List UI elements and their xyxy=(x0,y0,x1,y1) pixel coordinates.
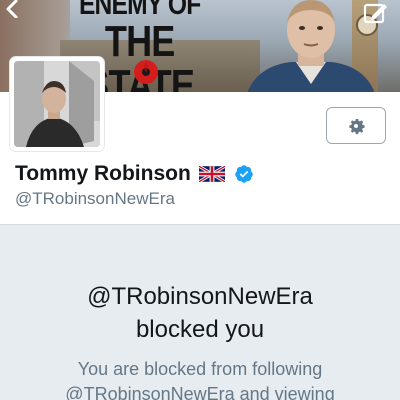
blocked-title-message: blocked you xyxy=(135,316,265,343)
blocked-desc-line1: You are blocked from following xyxy=(77,359,323,379)
edit-profile-icon[interactable] xyxy=(362,2,388,24)
gear-icon xyxy=(349,118,365,134)
back-icon[interactable] xyxy=(2,0,24,18)
blocked-title-handle: @TRobinsonNewEra xyxy=(87,283,313,310)
display-name: Tommy Robinson xyxy=(15,162,191,185)
uk-flag-icon xyxy=(198,166,225,182)
poppy-icon xyxy=(134,60,158,84)
blocked-description: You are blocked from following @TRobinso… xyxy=(0,357,400,400)
profile-avatar[interactable] xyxy=(10,57,104,151)
settings-button[interactable] xyxy=(326,107,386,144)
profile-name-row: Tommy Robinson xyxy=(15,162,254,186)
verified-badge-icon xyxy=(235,165,253,183)
blocked-desc-line2: @TRobinsonNewEra and viewing xyxy=(65,384,335,400)
blocked-title: @TRobinsonNewEra blocked you xyxy=(0,280,400,346)
avatar-photo xyxy=(14,61,100,147)
profile-handle: @TRobinsonNewEra xyxy=(15,189,175,208)
